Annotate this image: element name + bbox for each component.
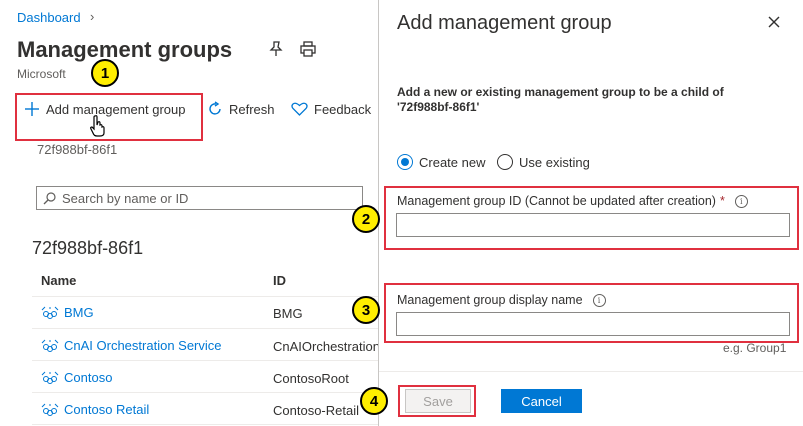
search-input[interactable]: Search by name or ID xyxy=(36,186,363,210)
page-subtitle: Microsoft xyxy=(17,67,66,81)
example-hint: e.g. Group1 xyxy=(723,341,787,355)
row-divider xyxy=(32,328,378,329)
row-id: Contoso-Retail xyxy=(273,403,359,418)
management-group-icon xyxy=(41,403,59,416)
highlight-box-name-field xyxy=(384,283,799,343)
row-id: ContosoRoot xyxy=(273,371,349,386)
row-name-link[interactable]: CnAI Orchestration Service xyxy=(64,338,222,353)
search-icon xyxy=(43,191,56,204)
chevron-right-icon: › xyxy=(90,9,95,24)
refresh-label: Refresh xyxy=(229,101,275,117)
print-icon[interactable] xyxy=(299,40,317,58)
step-marker-4: 4 xyxy=(360,387,388,415)
cancel-button[interactable]: Cancel xyxy=(501,389,582,413)
highlight-box-save xyxy=(398,385,476,417)
step-marker-1: 1 xyxy=(91,59,119,87)
table-row-name[interactable]: CnAI Orchestration Service xyxy=(41,338,222,353)
feedback-label: Feedback xyxy=(314,101,372,117)
radio-use-existing[interactable]: Use existing xyxy=(497,154,590,170)
header-divider xyxy=(32,296,378,297)
row-divider xyxy=(32,392,378,393)
feedback-button[interactable]: Feedback xyxy=(291,100,371,118)
table-row-name[interactable]: Contoso Retail xyxy=(41,402,149,417)
row-divider xyxy=(32,360,378,361)
section-title: 72f988bf-86f1 xyxy=(32,238,144,258)
radio-selected-icon xyxy=(397,154,413,170)
radio-create-label: Create new xyxy=(419,154,486,170)
step-marker-2: 2 xyxy=(352,205,380,233)
table-row-name[interactable]: BMG xyxy=(41,305,94,320)
page-title: Management groups xyxy=(17,37,233,62)
highlight-box-add xyxy=(15,93,203,141)
panel-title: Add management group xyxy=(397,12,612,34)
row-id: BMG xyxy=(273,306,303,321)
scope-label: 72f988bf-86f1 xyxy=(37,142,118,157)
column-header-id[interactable]: ID xyxy=(273,273,286,288)
radio-create-new[interactable]: Create new xyxy=(397,154,485,170)
row-name-link[interactable]: BMG xyxy=(64,305,94,320)
row-name-link[interactable]: Contoso Retail xyxy=(64,402,149,417)
row-divider xyxy=(32,424,378,425)
table-row-name[interactable]: Contoso xyxy=(41,370,112,385)
close-icon[interactable] xyxy=(766,14,782,30)
management-group-icon xyxy=(41,306,59,319)
pin-icon[interactable] xyxy=(267,40,285,58)
breadcrumb-dashboard[interactable]: Dashboard xyxy=(17,10,81,25)
radio-unselected-icon xyxy=(497,154,513,170)
heart-icon xyxy=(291,102,308,116)
management-groups-blade: Dashboard › Management groups Microsoft … xyxy=(0,0,378,426)
search-placeholder: Search by name or ID xyxy=(62,190,189,206)
management-group-icon xyxy=(41,339,59,352)
row-id: CnAIOrchestration xyxy=(273,339,378,354)
refresh-icon xyxy=(209,101,221,115)
management-group-icon xyxy=(41,371,59,384)
refresh-button[interactable]: Refresh xyxy=(207,100,275,118)
highlight-box-id-field xyxy=(384,186,799,250)
panel-description: Add a new or existing management group t… xyxy=(397,85,724,114)
step-marker-3: 3 xyxy=(352,296,380,324)
radio-existing-label: Use existing xyxy=(519,154,590,170)
footer-divider xyxy=(379,371,803,372)
column-header-name[interactable]: Name xyxy=(41,273,76,288)
row-name-link[interactable]: Contoso xyxy=(64,370,112,385)
